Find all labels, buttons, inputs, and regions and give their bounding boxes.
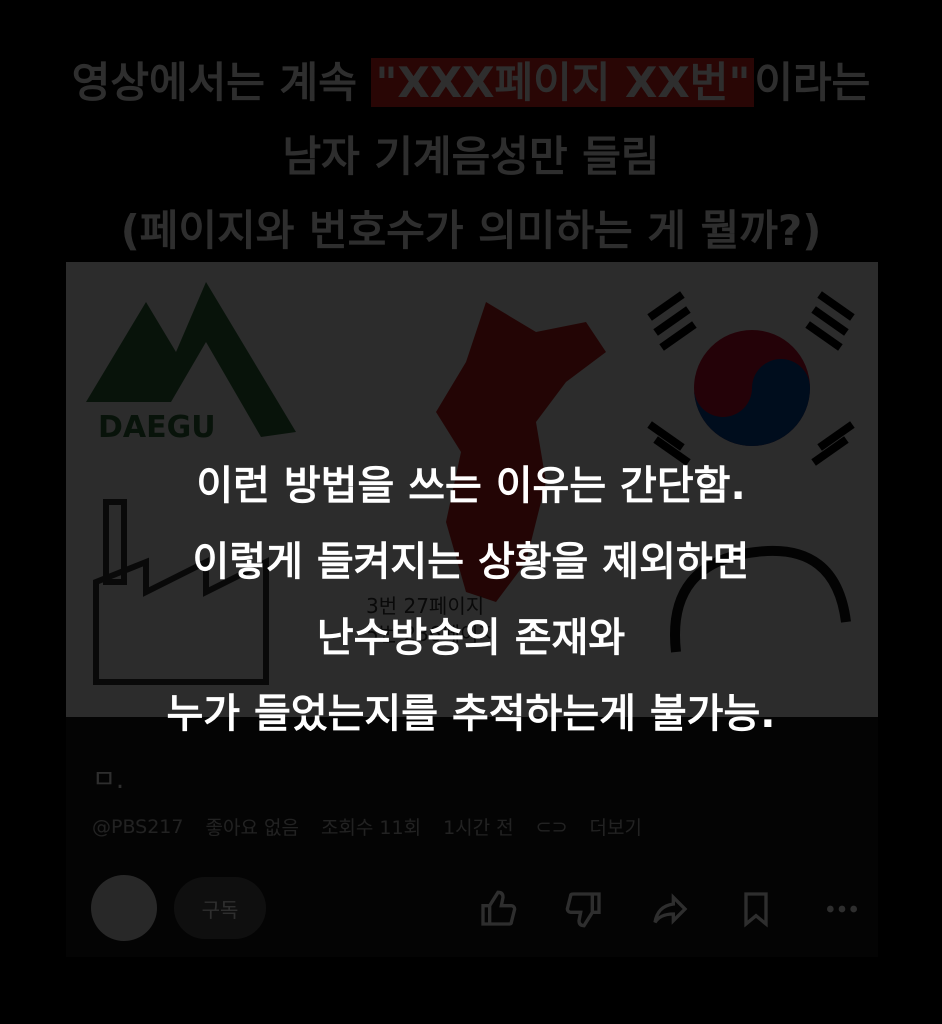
caption-overlay: 이런 방법을 쓰는 이유는 간단함. 이렇게 들켜지는 상황을 제외하면 난수방…: [0, 448, 942, 752]
view-count: 조회수 11회: [320, 817, 422, 839]
dislike-icon[interactable]: [560, 885, 608, 933]
subscribe-button[interactable]: 구독: [174, 877, 266, 939]
headline: 영상에서는 계속 "XXX페이지 XX번"이라는 남자 기계음성만 들림 (페이…: [0, 46, 942, 268]
share-icon[interactable]: [646, 885, 694, 933]
headline-highlight: "XXX페이지 XX번": [371, 58, 755, 107]
channel-avatar[interactable]: [91, 875, 157, 941]
caption-line-1: 이런 방법을 쓰는 이유는 간단함.: [196, 463, 746, 509]
more-link[interactable]: 더보기: [590, 813, 642, 840]
headline-line-3: (페이지와 번호수가 의미하는 게 뭘까?): [120, 206, 822, 255]
action-row: [474, 885, 866, 933]
upload-time: 1시간 전: [443, 817, 514, 839]
link-icon: ⊂⊃: [535, 815, 568, 838]
headline-line-1: 영상에서는 계속 "XXX페이지 XX번"이라는: [0, 46, 942, 120]
caption-line-2: 이렇게 들켜지는 상황을 제외하면: [192, 539, 750, 585]
page: 영상에서는 계속 "XXX페이지 XX번"이라는 남자 기계음성만 들림 (페이…: [0, 0, 942, 1024]
save-icon[interactable]: [732, 885, 780, 933]
headline-line-1-post: 이라는: [754, 58, 871, 107]
video-title[interactable]: ㅁ.: [92, 759, 124, 796]
video-info-panel: ㅁ. @PBS217 좋아요 없음 조회수 11회 1시간 전 ⊂⊃ 더보기 구…: [66, 717, 878, 957]
caption-line-3: 난수방송의 존재와: [316, 615, 626, 661]
channel-handle[interactable]: @PBS217: [92, 816, 183, 838]
likes-count: 좋아요 없음: [205, 817, 299, 839]
like-icon[interactable]: [474, 885, 522, 933]
caption-line-4: 누가 들었는지를 추적하는게 불가능.: [166, 691, 776, 737]
more-icon[interactable]: [818, 885, 866, 933]
headline-line-2: 남자 기계음성만 들림: [282, 132, 660, 181]
daegu-logo-text: DAEGU: [98, 410, 216, 445]
video-meta-row: @PBS217 좋아요 없음 조회수 11회 1시간 전 ⊂⊃ 더보기: [92, 813, 642, 840]
headline-line-1-pre: 영상에서는 계속: [71, 58, 372, 107]
